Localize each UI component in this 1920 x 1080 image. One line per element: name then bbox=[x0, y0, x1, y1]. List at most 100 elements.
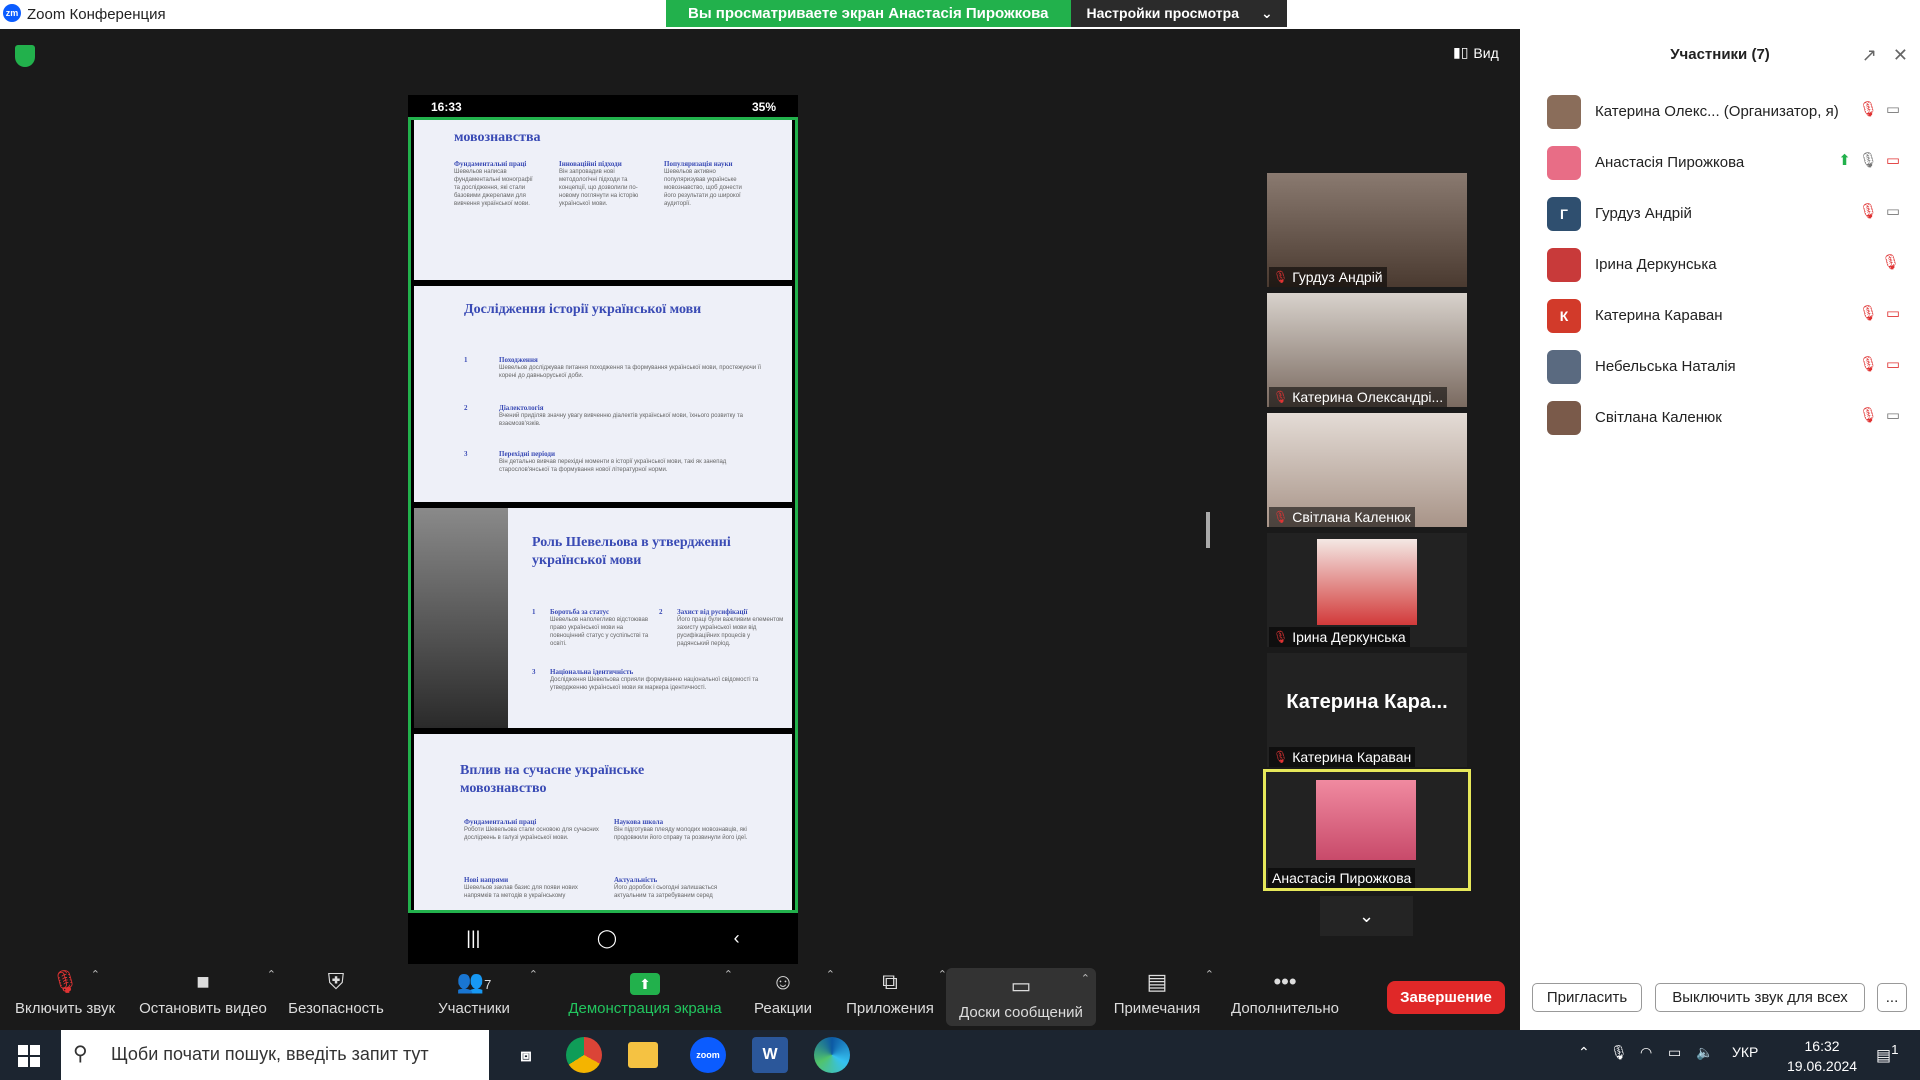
mute-all-button[interactable]: Выключить звук для всех bbox=[1655, 983, 1865, 1012]
language-indicator[interactable]: УКР bbox=[1732, 1044, 1758, 1060]
mic-muted-icon[interactable]: 🎙 bbox=[1859, 304, 1878, 322]
whiteboard-icon: ▭ bbox=[1010, 973, 1032, 998]
tile-name: 🎙 Катерина Олександрі... bbox=[1269, 387, 1448, 407]
participant-row[interactable]: Г Гурдуз Андрій 🎙 ▭ bbox=[1520, 192, 1920, 243]
camera-icon[interactable]: ▭ bbox=[1886, 202, 1900, 220]
mic-muted-icon[interactable]: 🎙 bbox=[1859, 100, 1878, 118]
slide-item-num: 3 bbox=[464, 450, 468, 458]
camera-off-icon[interactable]: ▭ bbox=[1886, 304, 1900, 322]
video-tile-active-speaker[interactable]: Анастасія Пирожкова bbox=[1263, 769, 1471, 891]
mic-muted-icon[interactable]: 🎙 bbox=[1859, 202, 1878, 220]
close-icon[interactable]: ✕ bbox=[1893, 45, 1908, 66]
tile-name: 🎙 Катерина Караван bbox=[1269, 747, 1416, 767]
file-explorer-icon[interactable] bbox=[628, 1042, 658, 1068]
slide-item-text: Роботи Шевельова стали основою для сучас… bbox=[464, 827, 599, 841]
stop-video-button[interactable]: ■ Остановить видео ⌃ bbox=[138, 964, 276, 1030]
camera-icon[interactable]: ▭ bbox=[1886, 406, 1900, 424]
notifications-icon[interactable]: ▤1 bbox=[1876, 1042, 1899, 1065]
security-button[interactable]: ⛨ Безопасность bbox=[288, 964, 384, 1030]
slide-item-num: 2 bbox=[659, 608, 663, 616]
zoom-app-icon[interactable]: zoom bbox=[690, 1037, 726, 1073]
slide-2: Дослідження історії української мови 1 П… bbox=[414, 286, 792, 502]
window-title: Zoom Конференция bbox=[27, 6, 166, 23]
clock-date: 19.06.2024 bbox=[1787, 1058, 1858, 1074]
video-tile[interactable]: 🎙 Гурдуз Андрій bbox=[1267, 173, 1467, 287]
tile-big-name: Катерина Кара... bbox=[1286, 691, 1448, 713]
panel-title: Участники (7) bbox=[1670, 46, 1770, 63]
caret-up-icon[interactable]: ⌃ bbox=[267, 968, 276, 981]
video-tile[interactable]: 🎙 Ірина Деркунська bbox=[1267, 533, 1467, 647]
video-tile[interactable]: 🎙 Катерина Олександрі... bbox=[1267, 293, 1467, 407]
encryption-shield-icon[interactable] bbox=[15, 45, 35, 67]
panel-more-button[interactable]: ... bbox=[1877, 983, 1907, 1012]
notification-count: 1 bbox=[1891, 1042, 1899, 1057]
taskbar-search[interactable]: ⚲ Щоби почати пошук, введіть запит тут bbox=[61, 1030, 489, 1080]
video-tile[interactable]: 🎙 Світлана Каленюк bbox=[1267, 413, 1467, 527]
slide-item-num: 1 bbox=[464, 356, 468, 364]
participant-row[interactable]: К Катерина Караван 🎙 ▭ bbox=[1520, 294, 1920, 345]
split-handle[interactable] bbox=[1206, 512, 1210, 548]
reactions-button[interactable]: ☺ Реакции ⌃ bbox=[753, 964, 835, 1030]
sharing-icon: ⬆ bbox=[1838, 152, 1851, 169]
edge-icon[interactable] bbox=[814, 1037, 850, 1073]
taskbar-clock[interactable]: 16:32 19.06.2024 bbox=[1787, 1036, 1857, 1076]
mic-muted-icon[interactable]: 🎙 bbox=[1859, 406, 1878, 424]
task-view-icon[interactable]: ⧈ bbox=[508, 1037, 544, 1073]
slide-item-text: Шевельов заклав базис для появи нових на… bbox=[464, 885, 578, 899]
search-placeholder: Щоби почати пошук, введіть запит тут bbox=[111, 1044, 429, 1064]
word-icon[interactable]: W bbox=[752, 1037, 788, 1073]
notes-button[interactable]: ▤ Примечания ⌃ bbox=[1110, 964, 1214, 1030]
wifi-icon[interactable]: ◠ bbox=[1640, 1044, 1652, 1061]
slide-1-col: Фундаментальні праці Шевельов написав фу… bbox=[454, 160, 534, 208]
invite-button[interactable]: Пригласить bbox=[1532, 983, 1642, 1012]
whiteboards-button[interactable]: ▭ Доски сообщений ⌃ bbox=[946, 968, 1096, 1026]
caret-up-icon[interactable]: ⌃ bbox=[724, 968, 733, 981]
phone-time: 16:33 bbox=[431, 100, 462, 114]
caret-up-icon[interactable]: ⌃ bbox=[91, 968, 100, 981]
view-button[interactable]: ▮▯ Вид bbox=[1453, 44, 1499, 61]
video-tile[interactable]: Катерина Кара... 🎙 Катерина Караван bbox=[1267, 653, 1467, 767]
pop-out-icon[interactable]: ↗ bbox=[1862, 45, 1877, 66]
mic-muted-icon[interactable]: 🎙 bbox=[1859, 355, 1878, 373]
participant-status: 🎙 ▭ bbox=[1859, 100, 1900, 118]
shield-icon: ⛨ bbox=[327, 969, 345, 994]
volume-icon[interactable]: 🔈 bbox=[1696, 1044, 1713, 1061]
camera-off-icon[interactable]: ▭ bbox=[1886, 355, 1900, 373]
share-screen-button[interactable]: ⬆ Демонстрация экрана ⌃ bbox=[565, 964, 733, 1030]
chevron-up-icon[interactable]: ⌃ bbox=[1578, 1044, 1590, 1061]
slide-1: мовознавства Фундаментальні праці Шевель… bbox=[414, 120, 792, 280]
view-button-label: Вид bbox=[1473, 44, 1499, 61]
slide-item: Нові напрями Шевельов заклав базис для по… bbox=[464, 876, 599, 900]
chrome-icon[interactable] bbox=[566, 1037, 602, 1073]
slide-item-text: Вчений приділяв значну увагу вивченню ді… bbox=[499, 413, 743, 427]
caret-up-icon[interactable]: ⌃ bbox=[1205, 968, 1214, 981]
camera-off-icon[interactable]: ▭ bbox=[1886, 151, 1900, 169]
windows-start-icon[interactable] bbox=[18, 1045, 40, 1067]
mic-muted-icon[interactable]: 🎙 bbox=[1881, 253, 1900, 271]
caret-up-icon[interactable]: ⌃ bbox=[826, 968, 835, 981]
participant-row[interactable]: Ірина Деркунська 🎙 bbox=[1520, 243, 1920, 294]
participant-row[interactable]: Катерина Олекс... (Организатор, я) 🎙 ▭ bbox=[1520, 90, 1920, 141]
battery-icon[interactable]: ▭ bbox=[1668, 1044, 1681, 1061]
notes-label: Примечания bbox=[1113, 1000, 1201, 1017]
end-meeting-button[interactable]: Завершение bbox=[1387, 981, 1505, 1014]
mic-muted-icon: 🎙 bbox=[1273, 750, 1289, 764]
mic-icon[interactable]: 🎙 bbox=[1859, 151, 1878, 169]
scroll-down-button[interactable]: ⌄ bbox=[1320, 896, 1413, 936]
slide-col-text: Шевельов активно популяризував українськ… bbox=[664, 169, 742, 207]
participant-row[interactable]: Анастасія Пирожкова ⬆ 🎙 ▭ bbox=[1520, 141, 1920, 192]
microphone-icon[interactable]: 🎙 bbox=[1610, 1044, 1628, 1061]
participant-row[interactable]: Світлана Каленюк 🎙 ▭ bbox=[1520, 396, 1920, 447]
shared-screen[interactable]: 16:33 35% мовознавства Фундаментальні пр… bbox=[408, 95, 798, 964]
more-button[interactable]: ••• Дополнительно bbox=[1225, 964, 1345, 1030]
participants-button[interactable]: 👥7 Участники ⌃ bbox=[434, 964, 538, 1030]
view-settings-button[interactable]: Настройки просмотра ⌄ bbox=[1070, 0, 1287, 27]
participant-name: Гурдуз Андрій bbox=[1595, 205, 1692, 222]
caret-up-icon[interactable]: ⌃ bbox=[1081, 972, 1090, 985]
apps-button[interactable]: ⧉ Приложения ⌃ bbox=[843, 964, 947, 1030]
caret-up-icon[interactable]: ⌃ bbox=[529, 968, 538, 981]
slide-item: 2 Діалектологія Вчений приділяв значну ув… bbox=[464, 404, 764, 428]
unmute-button[interactable]: 🎙 Включить звук ⌃ bbox=[10, 964, 120, 1030]
camera-icon[interactable]: ▭ bbox=[1886, 100, 1900, 118]
participant-row[interactable]: Небельська Наталія 🎙 ▭ bbox=[1520, 345, 1920, 396]
